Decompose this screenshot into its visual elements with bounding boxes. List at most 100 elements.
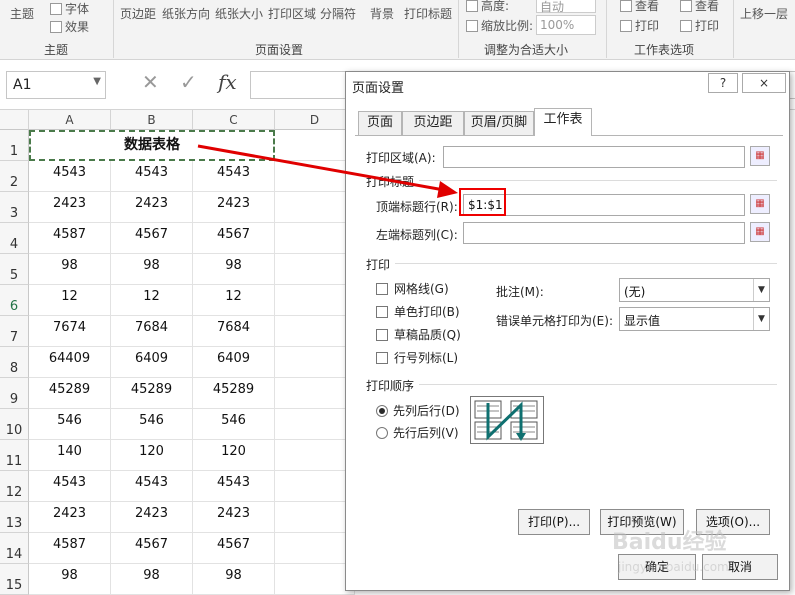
help-button[interactable]: ? bbox=[708, 73, 738, 93]
tab-sheet[interactable]: 工作表 bbox=[534, 108, 592, 136]
table-cell[interactable]: 98 bbox=[29, 564, 111, 595]
sheet-title-cell[interactable]: 数据表格 bbox=[29, 130, 275, 161]
row-header[interactable]: 4 bbox=[0, 223, 29, 254]
row-header[interactable]: 12 bbox=[0, 471, 29, 502]
table-cell[interactable]: 4587 bbox=[29, 223, 111, 254]
print-button[interactable]: 打印(P)... bbox=[518, 509, 590, 535]
range-picker-icon[interactable]: ▦ bbox=[750, 222, 770, 242]
table-cell[interactable]: 4543 bbox=[193, 471, 275, 502]
print-area-input[interactable] bbox=[443, 146, 745, 168]
row-header[interactable]: 11 bbox=[0, 440, 29, 471]
table-cell[interactable]: 12 bbox=[29, 285, 111, 316]
table-cell[interactable]: 4567 bbox=[111, 533, 193, 564]
down-then-over-radio[interactable]: 先列后行(D) bbox=[376, 402, 460, 419]
row-header[interactable]: 2 bbox=[0, 161, 29, 192]
comments-select[interactable]: (无) ▼ bbox=[619, 278, 770, 302]
table-cell[interactable]: 2423 bbox=[111, 192, 193, 223]
tab-page[interactable]: 页面 bbox=[358, 111, 402, 135]
font-button[interactable]: 字体 bbox=[50, 0, 89, 17]
column-header-d[interactable]: D bbox=[275, 110, 355, 130]
row-header[interactable]: 6 bbox=[0, 285, 29, 316]
table-cell[interactable]: 6409 bbox=[193, 347, 275, 378]
table-cell[interactable]: 98 bbox=[193, 564, 275, 595]
table-cell[interactable] bbox=[275, 533, 355, 564]
row-header[interactable]: 9 bbox=[0, 378, 29, 409]
table-cell[interactable]: 98 bbox=[193, 254, 275, 285]
table-cell[interactable]: 2423 bbox=[29, 502, 111, 533]
errors-select[interactable]: 显示值 ▼ bbox=[619, 307, 770, 331]
table-cell[interactable]: 45289 bbox=[193, 378, 275, 409]
insert-function-icon[interactable]: fx bbox=[218, 70, 237, 94]
print-area-button[interactable]: 打印区域 bbox=[268, 5, 316, 22]
row-header[interactable]: 10 bbox=[0, 409, 29, 440]
height-select[interactable]: 自动 bbox=[536, 0, 596, 14]
table-cell[interactable]: 7684 bbox=[193, 316, 275, 347]
table-cell[interactable]: 45289 bbox=[29, 378, 111, 409]
column-header-c[interactable]: C bbox=[193, 110, 275, 130]
table-cell[interactable]: 98 bbox=[111, 254, 193, 285]
background-button[interactable]: 背景 bbox=[370, 5, 394, 22]
table-cell[interactable]: 12 bbox=[111, 285, 193, 316]
table-cell[interactable]: 2423 bbox=[29, 192, 111, 223]
table-cell[interactable] bbox=[275, 192, 355, 223]
table-cell[interactable]: 98 bbox=[111, 564, 193, 595]
table-cell[interactable]: 120 bbox=[193, 440, 275, 471]
table-cell[interactable]: 120 bbox=[111, 440, 193, 471]
chevron-down-icon[interactable]: ▼ bbox=[753, 308, 769, 330]
table-cell[interactable]: 4543 bbox=[111, 471, 193, 502]
table-cell[interactable]: 7674 bbox=[29, 316, 111, 347]
column-header-a[interactable]: A bbox=[29, 110, 111, 130]
cols-repeat-input[interactable] bbox=[463, 222, 745, 244]
chevron-down-icon[interactable]: ▼ bbox=[753, 279, 769, 301]
table-cell[interactable]: 4587 bbox=[29, 533, 111, 564]
select-all-corner[interactable] bbox=[0, 110, 29, 130]
table-cell[interactable] bbox=[275, 409, 355, 440]
table-cell[interactable] bbox=[275, 471, 355, 502]
headings-view-checkbox[interactable]: 查看 bbox=[680, 0, 719, 14]
close-button[interactable]: × bbox=[742, 73, 786, 93]
gridlines-print-checkbox[interactable]: 打印 bbox=[620, 17, 659, 34]
table-cell[interactable] bbox=[275, 378, 355, 409]
gridlines-view-checkbox[interactable]: 查看 bbox=[620, 0, 659, 14]
tab-margins[interactable]: 页边距 bbox=[402, 111, 464, 135]
table-cell[interactable]: 12 bbox=[193, 285, 275, 316]
table-cell[interactable] bbox=[275, 285, 355, 316]
row-header[interactable]: 3 bbox=[0, 192, 29, 223]
table-cell[interactable]: 546 bbox=[193, 409, 275, 440]
draft-quality-checkbox[interactable]: 草稿品质(Q) bbox=[376, 326, 461, 343]
table-cell[interactable]: 4543 bbox=[29, 471, 111, 502]
row-header[interactable]: 1 bbox=[0, 130, 29, 161]
bring-forward-button[interactable]: 上移一层 bbox=[740, 5, 788, 22]
breaks-button[interactable]: 分隔符 bbox=[320, 5, 356, 22]
table-cell[interactable]: 6409 bbox=[111, 347, 193, 378]
print-titles-button[interactable]: 打印标题 bbox=[404, 5, 452, 22]
table-cell[interactable]: 98 bbox=[29, 254, 111, 285]
table-cell[interactable] bbox=[275, 316, 355, 347]
table-cell[interactable] bbox=[275, 440, 355, 471]
size-button[interactable]: 纸张大小 bbox=[215, 5, 263, 22]
table-cell[interactable]: 4567 bbox=[193, 223, 275, 254]
enter-icon[interactable]: ✓ bbox=[180, 70, 197, 94]
table-cell[interactable]: 4567 bbox=[193, 533, 275, 564]
tab-header-footer[interactable]: 页眉/页脚 bbox=[464, 111, 534, 135]
table-cell[interactable] bbox=[275, 347, 355, 378]
table-cell[interactable] bbox=[275, 564, 355, 595]
range-picker-icon[interactable]: ▦ bbox=[750, 194, 770, 214]
name-box[interactable]: A1 ▼ bbox=[6, 71, 106, 99]
orientation-button[interactable]: 纸张方向 bbox=[162, 5, 210, 22]
table-cell[interactable] bbox=[275, 254, 355, 285]
table-cell[interactable]: 64409 bbox=[29, 347, 111, 378]
row-header[interactable]: 7 bbox=[0, 316, 29, 347]
row-col-headings-checkbox[interactable]: 行号列标(L) bbox=[376, 349, 458, 366]
row-header[interactable]: 8 bbox=[0, 347, 29, 378]
black-white-checkbox[interactable]: 单色打印(B) bbox=[376, 303, 460, 320]
range-picker-icon[interactable]: ▦ bbox=[750, 146, 770, 166]
table-cell[interactable]: 546 bbox=[111, 409, 193, 440]
table-cell[interactable]: 2423 bbox=[111, 502, 193, 533]
row-header[interactable]: 15 bbox=[0, 564, 29, 595]
table-cell[interactable] bbox=[275, 502, 355, 533]
table-cell[interactable]: 7684 bbox=[111, 316, 193, 347]
row-header[interactable]: 13 bbox=[0, 502, 29, 533]
over-then-down-radio[interactable]: 先行后列(V) bbox=[376, 424, 459, 441]
effects-button[interactable]: 效果 bbox=[50, 18, 89, 35]
